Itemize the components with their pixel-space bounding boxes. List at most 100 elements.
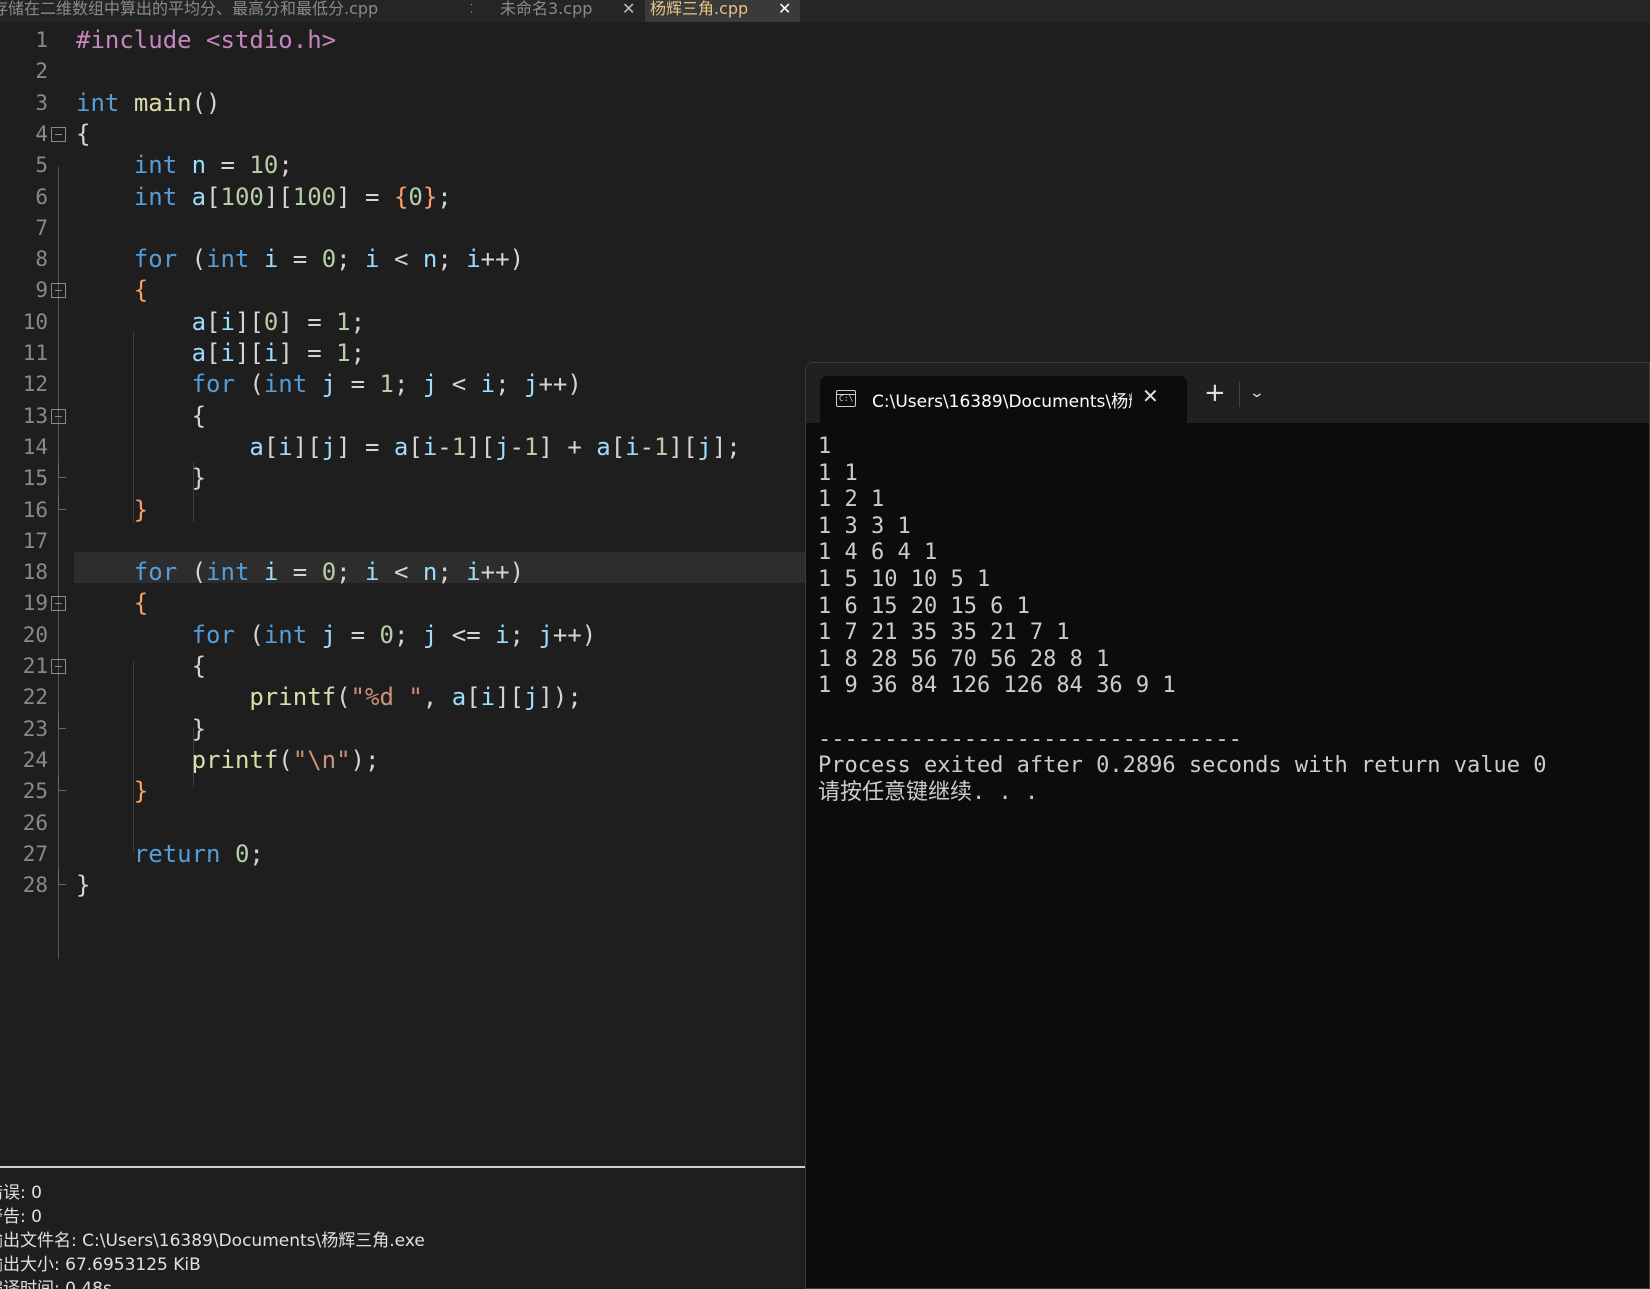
code-line[interactable]: 27 return 0;: [0, 838, 806, 871]
line-number: 25: [22, 779, 48, 804]
terminal-output-line: 1 5 10 10 5 1: [818, 567, 991, 592]
code-token: "%d ": [350, 683, 423, 712]
code-token: 1: [451, 432, 467, 461]
code-line[interactable]: 26: [0, 807, 806, 840]
code-editor[interactable]: 1 #include <stdio.h> 2 3 int main() 4{5 int n…: [0, 22, 806, 1166]
code-token: int: [133, 182, 178, 211]
line-number: 4: [35, 121, 48, 146]
code-token: for: [133, 245, 178, 274]
terminal-output-line: 1 8 28 56 70 56 28 8 1: [818, 646, 1110, 672]
code-token: 100: [220, 182, 264, 211]
code-token: {: [133, 589, 149, 618]
code-text: for (int i = 0; i < n; i++): [76, 243, 524, 276]
code-line[interactable]: 9 {: [0, 274, 806, 307]
code-line[interactable]: 12 for (int j = 1; j < i; j++): [0, 368, 806, 401]
fold-toggle-icon[interactable]: [51, 408, 66, 424]
code-line[interactable]: 14 a[i][j] = a[i-1][j-1] + a[i-1][j];: [0, 431, 806, 464]
code-text: {: [76, 650, 206, 683]
code-token: 10: [249, 151, 279, 180]
code-token: ;: [336, 245, 366, 274]
code-token: ][: [234, 307, 264, 336]
close-icon[interactable]: ✕: [1142, 384, 1159, 408]
code-token: =: [278, 558, 322, 587]
code-token: -: [437, 432, 452, 461]
code-line[interactable]: 7: [0, 212, 806, 245]
code-token: }: [76, 464, 207, 493]
code-token: return: [133, 839, 221, 868]
terminal-tab[interactable]: C:\ C:\Users\16389\Documents\杨辉三角.exe ✕: [820, 376, 1187, 423]
code-token: <: [379, 245, 423, 274]
chevron-down-icon[interactable]: ⌄: [1249, 385, 1265, 401]
code-line[interactable]: 13 {: [0, 400, 806, 433]
code-token: "\n": [292, 745, 351, 774]
code-token: ;: [437, 558, 467, 587]
close-icon[interactable]: ✕: [778, 0, 791, 18]
code-line[interactable]: 4{: [0, 118, 806, 151]
code-token: ;: [509, 620, 539, 649]
code-text: }: [76, 713, 206, 746]
fold-toggle-icon[interactable]: [51, 126, 66, 142]
code-line[interactable]: 3 int main(): [0, 87, 806, 120]
code-line[interactable]: 28}: [0, 869, 806, 902]
line-number: 17: [22, 528, 48, 553]
code-text: printf("%d ", a[i][j]);: [76, 681, 581, 714]
code-token: i: [220, 307, 235, 336]
code-token: i: [495, 620, 510, 649]
fold-toggle-icon[interactable]: [51, 283, 66, 299]
code-token: 1: [336, 339, 351, 367]
code-token: i: [365, 245, 380, 274]
code-token: 0: [234, 839, 250, 868]
code-token: j: [523, 683, 539, 712]
fold-toggle-icon[interactable]: [51, 596, 66, 612]
code-line[interactable]: 20 for (int j = 0; j <= i; j++): [0, 619, 806, 652]
code-line[interactable]: 19 {: [0, 587, 806, 620]
close-icon[interactable]: ✕: [469, 0, 472, 18]
fold-toggle-icon[interactable]: [51, 659, 66, 674]
code-line[interactable]: 10 a[i][0] = 1;: [0, 306, 806, 339]
code-token: a: [393, 432, 409, 461]
code-line[interactable]: 6 int a[100][100] = {0};: [0, 181, 806, 214]
code-token: (): [191, 88, 221, 117]
code-line[interactable]: 8 for (int i = 0; i < n; i++): [0, 243, 806, 276]
code-line[interactable]: 22 printf("%d ", a[i][j]);: [0, 681, 806, 714]
code-text: printf("\n");: [76, 744, 380, 777]
code-token: ][: [263, 182, 293, 211]
terminal-output-line: 1 7 21 35 35 21 7 1: [818, 620, 1070, 646]
code-line[interactable]: 11 a[i][i] = 1;: [0, 337, 806, 370]
editor-tab-yanghui-triangle[interactable]: 杨辉三角.cpp ✕: [645, 0, 800, 22]
code-text: a[i][0] = 1;: [76, 306, 365, 339]
code-line[interactable]: 23 }: [0, 712, 806, 746]
code-line[interactable]: 21 {: [0, 650, 806, 683]
code-token: }: [76, 871, 91, 900]
code-line[interactable]: 24 printf("\n");: [0, 744, 806, 777]
code-token: n: [422, 558, 438, 587]
code-line[interactable]: 2: [0, 55, 806, 88]
terminal-output[interactable]: 11 11 2 11 3 3 11 4 6 4 11 5 10 10 5 11 …: [818, 433, 1648, 1283]
code-line[interactable]: 17: [0, 525, 806, 558]
editor-tab-untitled3[interactable]: 未命名3.cpp ✕: [500, 0, 640, 22]
editor-tab-avg-scores[interactable]: 存储在二维数组中算出的平均分、最高分和最低分.cpp ✕: [0, 0, 472, 22]
terminal-window[interactable]: C:\ C:\Users\16389\Documents\杨辉三角.exe ✕ …: [805, 362, 1650, 1289]
code-token: (: [234, 370, 264, 399]
code-line[interactable]: 18 for (int i = 0; i < n; i++): [0, 556, 806, 589]
close-icon[interactable]: ✕: [622, 0, 635, 18]
code-token: n: [191, 151, 207, 180]
code-line[interactable]: 5 int n = 10;: [0, 149, 806, 182]
code-line[interactable]: 15 }: [0, 462, 806, 495]
code-token: ][: [495, 683, 524, 712]
code-line[interactable]: 16 }: [0, 493, 806, 527]
code-line[interactable]: 1 #include <stdio.h>: [0, 24, 806, 57]
code-text: int n = 10;: [76, 149, 293, 182]
line-number: 11: [22, 341, 48, 365]
code-line[interactable]: 25 }: [0, 775, 806, 808]
code-token: j: [422, 370, 438, 399]
terminal-title-bar[interactable]: C:\ C:\Users\16389\Documents\杨辉三角.exe ✕ …: [806, 363, 1649, 423]
new-tab-icon[interactable]: +: [1204, 380, 1226, 406]
